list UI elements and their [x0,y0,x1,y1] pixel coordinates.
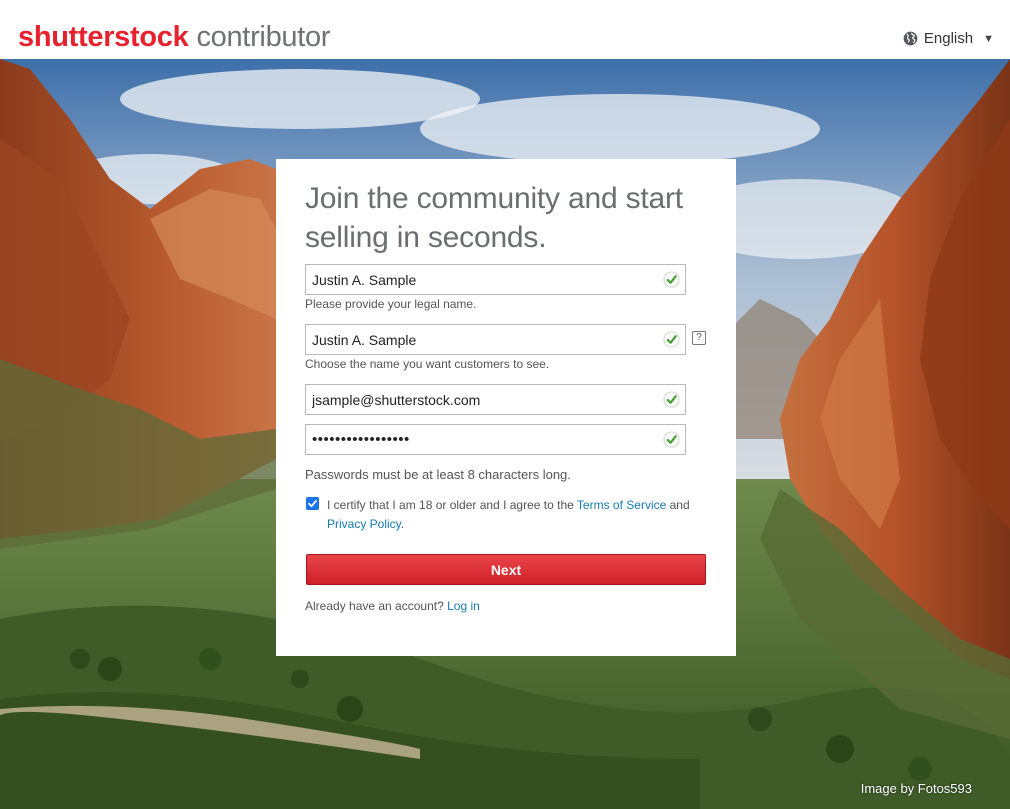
login-link[interactable]: Log in [447,599,480,613]
language-selector[interactable]: English ▼ [903,30,994,47]
signup-heading: Join the community and start selling in … [305,182,683,254]
terms-prefix: I certify that I am 18 or older and I ag… [327,498,577,512]
next-button[interactable]: Next [306,554,706,585]
globe-icon [903,31,918,46]
image-credit: Image by Fotos593 [860,781,972,796]
login-prompt: Already have an account? Log in [305,599,480,613]
password-field[interactable] [305,424,686,455]
login-prompt-text: Already have an account? [305,599,448,613]
checkmark-icon [308,500,317,508]
email-field[interactable] [305,384,686,415]
help-icon[interactable]: ? [692,331,706,345]
language-label: English [923,30,974,47]
display-name-hint: Choose the name you want customers to se… [305,357,550,371]
email-input[interactable] [306,385,685,414]
logo-brand-text: shutterstock [18,21,189,53]
legal-name-input[interactable] [306,265,685,294]
password-rule-text: Passwords must be at least 8 characters … [305,467,571,482]
shutterstock-contributor-logo[interactable]: shutterstock contributor [18,19,330,55]
terms-checkbox[interactable] [306,497,319,510]
terms-text: I certify that I am 18 or older and I ag… [327,496,707,534]
password-input[interactable] [306,425,685,454]
terms-of-service-link[interactable]: Terms of Service [577,498,666,512]
caret-down-icon: ▼ [983,32,994,45]
logo-suffix-text: contributor [196,21,331,53]
terms-suffix: . [400,517,405,531]
legal-name-hint: Please provide your legal name. [305,297,477,311]
display-name-field[interactable] [305,324,686,355]
valid-check-icon [663,431,680,448]
valid-check-icon [663,271,680,288]
valid-check-icon [663,391,680,408]
privacy-policy-link[interactable]: Privacy Policy [327,517,401,531]
valid-check-icon [663,331,680,348]
terms-and: and [666,498,690,512]
signup-card: Join the community and start selling in … [276,159,736,656]
legal-name-field[interactable] [305,264,686,295]
top-header: shutterstock contributor English ▼ [0,0,1010,59]
display-name-input[interactable] [306,325,685,354]
